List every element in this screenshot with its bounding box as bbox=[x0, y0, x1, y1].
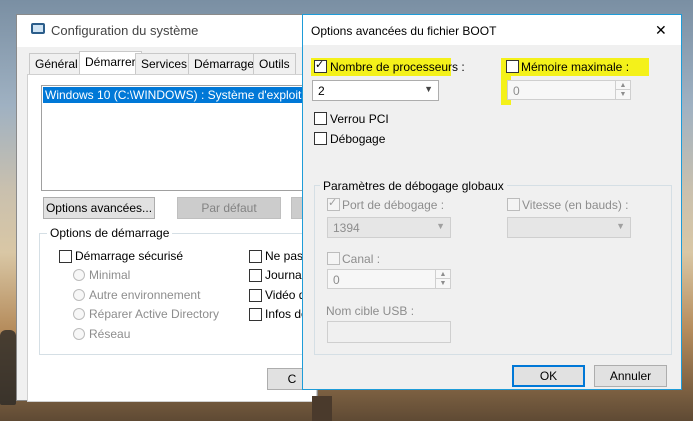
channel-checkbox[interactable] bbox=[327, 252, 340, 265]
max-memory-checkbox[interactable] bbox=[506, 60, 519, 73]
radio-minimal[interactable] bbox=[73, 269, 85, 281]
default-button[interactable]: Par défaut bbox=[177, 197, 281, 219]
usb-target-label: Nom cible USB : bbox=[326, 304, 415, 318]
radio-network-label: Réseau bbox=[89, 327, 131, 341]
dock-post bbox=[312, 396, 332, 421]
channel-label: Canal : bbox=[342, 252, 381, 266]
max-memory-label: Mémoire maximale : bbox=[521, 60, 630, 74]
debug-port-select[interactable]: 1394 ▼ bbox=[327, 217, 451, 238]
baud-rate-checkbox[interactable] bbox=[507, 198, 520, 211]
checkmark-icon: ✓ bbox=[328, 197, 338, 209]
radio-alternate-shell-label: Autre environnement bbox=[89, 288, 201, 302]
radio-ad-repair-label: Réparer Active Directory bbox=[89, 307, 220, 321]
safe-boot-label: Démarrage sécurisé bbox=[75, 249, 184, 263]
num-processors-select[interactable]: 2 ▼ bbox=[312, 80, 439, 101]
radio-minimal-label: Minimal bbox=[89, 268, 131, 282]
ok-button[interactable]: OK bbox=[512, 365, 585, 387]
max-memory-spinner[interactable]: 0 ▲ ▼ bbox=[507, 80, 631, 100]
os-entry[interactable]: Windows 10 (C:\WINDOWS) : Système d'expl… bbox=[43, 87, 319, 103]
system-config-window: Configuration du système Général Démarre… bbox=[16, 14, 319, 402]
close-icon[interactable]: ✕ bbox=[655, 23, 667, 37]
num-processors-label: Nombre de processeurs : bbox=[330, 60, 465, 74]
radio-alternate-shell[interactable] bbox=[73, 289, 85, 301]
boot-log-checkbox[interactable] bbox=[249, 269, 262, 282]
max-memory-value: 0 bbox=[513, 84, 520, 98]
safe-boot-checkbox[interactable] bbox=[59, 250, 72, 263]
radio-ad-repair[interactable] bbox=[73, 308, 85, 320]
chevron-down-icon: ▼ bbox=[424, 84, 433, 94]
debug-label: Débogage bbox=[330, 132, 386, 146]
system-config-title: Configuration du système bbox=[51, 23, 199, 38]
channel-value: 0 bbox=[333, 273, 340, 287]
checkmark-icon: ✓ bbox=[315, 59, 325, 71]
advanced-options-button[interactable]: Options avancées... bbox=[43, 197, 155, 219]
boot-options-title: Options de démarrage bbox=[47, 226, 173, 240]
chevron-down-icon: ▼ bbox=[616, 221, 625, 231]
chevron-down-icon: ▼ bbox=[436, 221, 445, 231]
debug-port-checkbox[interactable]: ✓ bbox=[327, 197, 340, 211]
system-config-titlebar: Configuration du système bbox=[17, 15, 317, 47]
pci-lock-checkbox[interactable] bbox=[314, 112, 327, 125]
cancel-button[interactable]: Annuler bbox=[594, 365, 667, 387]
dialog-title: Options avancées du fichier BOOT bbox=[311, 24, 497, 38]
debug-port-label: Port de débogage : bbox=[342, 198, 445, 212]
os-listbox[interactable]: Windows 10 (C:\WINDOWS) : Système d'expl… bbox=[41, 85, 319, 191]
advanced-boot-options-dialog: Options avancées du fichier BOOT ✕ ✓ Nom… bbox=[302, 14, 682, 390]
tab-tools[interactable]: Outils bbox=[253, 53, 296, 74]
spin-down-icon[interactable]: ▼ bbox=[435, 278, 450, 288]
usb-target-input[interactable] bbox=[327, 321, 451, 343]
base-video-checkbox[interactable] bbox=[249, 289, 262, 302]
channel-spinner[interactable]: 0 ▲ ▼ bbox=[327, 269, 451, 289]
tab-boot[interactable]: Démarrer bbox=[79, 51, 142, 76]
global-debug-title: Paramètres de débogage globaux bbox=[320, 179, 507, 193]
baud-rate-select[interactable]: ▼ bbox=[507, 217, 631, 238]
tab-startup[interactable]: Démarrage bbox=[188, 53, 261, 74]
radio-network[interactable] bbox=[73, 328, 85, 340]
runner-silhouette bbox=[0, 330, 16, 405]
num-processors-checkbox[interactable]: ✓ bbox=[314, 59, 327, 73]
tab-services[interactable]: Services bbox=[135, 53, 194, 74]
debug-checkbox[interactable] bbox=[314, 132, 327, 145]
no-gui-boot-checkbox[interactable] bbox=[249, 250, 262, 263]
tab-strip: Général Démarrer Services Démarrage Outi… bbox=[17, 51, 317, 76]
os-boot-info-checkbox[interactable] bbox=[249, 308, 262, 321]
pci-lock-label: Verrou PCI bbox=[330, 112, 389, 126]
num-processors-value: 2 bbox=[318, 84, 325, 98]
monitor-icon bbox=[31, 23, 45, 34]
debug-port-value: 1394 bbox=[333, 221, 360, 235]
boot-log-label: Journali bbox=[265, 268, 308, 282]
baud-rate-label: Vitesse (en bauds) : bbox=[522, 198, 629, 212]
spin-down-icon[interactable]: ▼ bbox=[615, 89, 630, 99]
tab-general[interactable]: Général bbox=[29, 53, 84, 74]
dialog-titlebar: Options avancées du fichier BOOT ✕ bbox=[303, 15, 681, 45]
